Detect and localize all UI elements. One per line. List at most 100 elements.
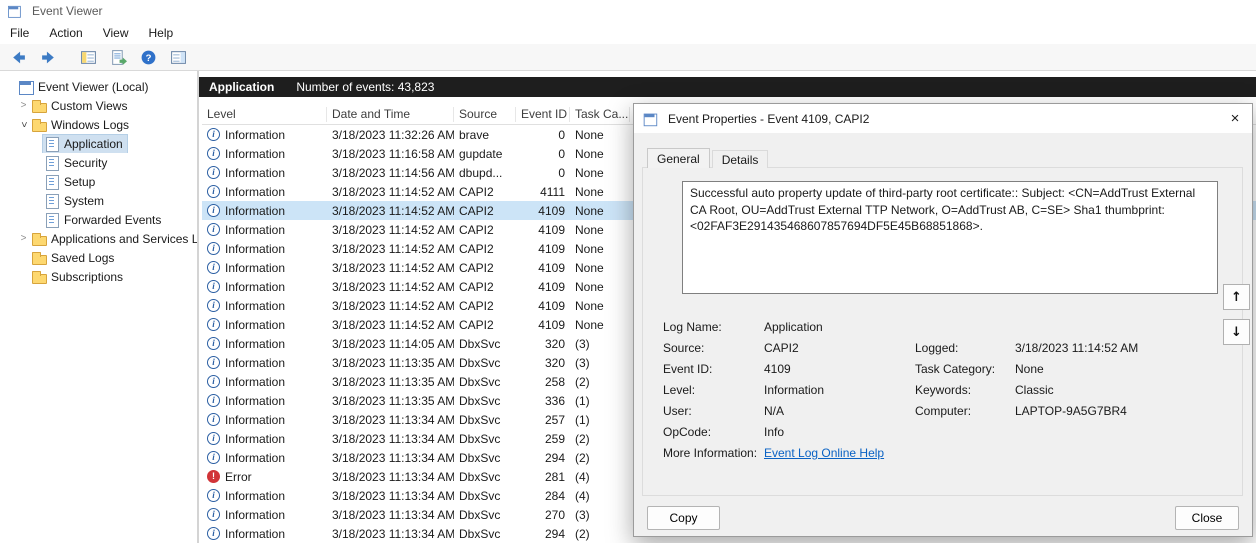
- cell-source: dbupd...: [454, 166, 516, 180]
- tree-node-body[interactable]: Custom Views: [30, 97, 131, 115]
- cell-event-id: 4111: [516, 185, 570, 199]
- tree-item-windows-logs[interactable]: > Windows Logs: [0, 115, 197, 134]
- tree-node-body[interactable]: System: [43, 192, 108, 210]
- help-button[interactable]: ?: [135, 46, 161, 68]
- tree-label: Forwarded Events: [64, 213, 161, 227]
- event-description[interactable]: Successful auto property update of third…: [682, 181, 1218, 294]
- cell-source: DbxSvc: [454, 337, 516, 351]
- cell-level-text: Information: [225, 394, 285, 408]
- cell-level: i Information: [202, 451, 327, 465]
- cell-task: (2): [570, 375, 630, 389]
- level-icon: i: [207, 508, 220, 521]
- tree-node-body[interactable]: Setup: [43, 173, 99, 191]
- event-log-online-help-link[interactable]: Event Log Online Help: [764, 446, 884, 460]
- cell-level: i Information: [202, 356, 327, 370]
- event-id-value: 4109: [764, 359, 915, 380]
- tree-item-custom-views[interactable]: > Custom Views: [0, 96, 197, 115]
- tree-node-body[interactable]: Applications and Services Lo: [30, 230, 197, 248]
- task-category-value: None: [1015, 359, 1138, 380]
- tree-node-body[interactable]: Forwarded Events: [43, 211, 165, 229]
- tree-item-applications-and-services-lo[interactable]: > Applications and Services Lo: [0, 229, 197, 248]
- column-header-task-category[interactable]: Task Ca...: [570, 107, 630, 122]
- tree-node-body[interactable]: Windows Logs: [30, 116, 133, 134]
- export-list-button[interactable]: [105, 46, 131, 68]
- tree-item-application[interactable]: > Application: [0, 134, 197, 153]
- back-button[interactable]: [5, 46, 31, 68]
- cell-source: DbxSvc: [454, 413, 516, 427]
- tree-item-saved-logs[interactable]: > Saved Logs: [0, 248, 197, 267]
- copy-button[interactable]: Copy: [647, 506, 720, 530]
- forward-button[interactable]: [35, 46, 61, 68]
- cell-source: DbxSvc: [454, 527, 516, 541]
- cell-datetime: 3/18/2023 11:14:52 AM: [327, 280, 454, 294]
- tree-node-body[interactable]: Application: [43, 135, 127, 153]
- title-bar[interactable]: Event Viewer: [0, 0, 1256, 22]
- level-icon: i: [207, 451, 220, 464]
- tree-chevron-icon[interactable]: >: [17, 233, 30, 244]
- action-pane-button[interactable]: [165, 46, 191, 68]
- cell-task: None: [570, 147, 630, 161]
- tree-item-event-viewer-local[interactable]: > Event Viewer (Local): [0, 77, 197, 96]
- previous-event-button[interactable]: ↑: [1223, 284, 1250, 310]
- cell-source: DbxSvc: [454, 356, 516, 370]
- cell-level-text: Information: [225, 432, 285, 446]
- tree-node-body[interactable]: Saved Logs: [30, 249, 118, 267]
- tree-node-body[interactable]: Event Viewer (Local): [17, 78, 153, 96]
- cell-datetime: 3/18/2023 11:14:52 AM: [327, 185, 454, 199]
- cell-level: ! Error: [202, 470, 327, 484]
- dialog-close-button[interactable]: Close: [1175, 506, 1239, 530]
- column-header-datetime[interactable]: Date and Time: [327, 107, 454, 122]
- tree-label: Setup: [64, 175, 95, 189]
- level-label: Level:: [663, 380, 764, 401]
- tree-node-icon: [44, 212, 60, 228]
- event-fields: Log Name: Application Source: CAPI2 Logg…: [663, 317, 1138, 464]
- tree-item-subscriptions[interactable]: > Subscriptions: [0, 267, 197, 286]
- log-name-label: Log Name:: [663, 317, 764, 338]
- level-icon: i: [207, 147, 220, 160]
- cell-source: CAPI2: [454, 242, 516, 256]
- level-icon: i: [207, 413, 220, 426]
- level-icon: i: [207, 242, 220, 255]
- level-icon: i: [207, 375, 220, 388]
- cell-event-id: 4109: [516, 318, 570, 332]
- cell-datetime: 3/18/2023 11:13:34 AM: [327, 413, 454, 427]
- menu-help[interactable]: Help: [139, 24, 184, 42]
- cell-task: (3): [570, 508, 630, 522]
- cell-event-id: 281: [516, 470, 570, 484]
- column-header-level[interactable]: Level: [202, 107, 327, 122]
- tab-general[interactable]: General: [647, 148, 710, 168]
- column-header-source[interactable]: Source: [454, 107, 516, 122]
- tree-chevron-icon[interactable]: >: [17, 100, 30, 111]
- tree-chevron-icon[interactable]: >: [18, 118, 29, 131]
- tree-item-setup[interactable]: > Setup: [0, 172, 197, 191]
- user-label: User:: [663, 401, 764, 422]
- tree-node-icon: [44, 193, 60, 209]
- cell-level-text: Information: [225, 147, 285, 161]
- tree-item-security[interactable]: > Security: [0, 153, 197, 172]
- dialog-title-bar[interactable]: Event Properties - Event 4109, CAPI2 ×: [634, 104, 1252, 133]
- level-icon: i: [207, 356, 220, 369]
- cell-source: gupdate: [454, 147, 516, 161]
- cell-level: i Information: [202, 204, 327, 218]
- menu-view[interactable]: View: [93, 24, 139, 42]
- tree-item-system[interactable]: > System: [0, 191, 197, 210]
- tab-details[interactable]: Details: [712, 150, 769, 168]
- next-event-button[interactable]: ↓: [1223, 319, 1250, 345]
- list-header: Application Number of events: 43,823: [199, 77, 1256, 97]
- menu-file[interactable]: File: [0, 24, 39, 42]
- tree-node-icon: [18, 79, 34, 95]
- show-console-tree-button[interactable]: [75, 46, 101, 68]
- cell-datetime: 3/18/2023 11:32:26 AM: [327, 128, 454, 142]
- tree-node-body[interactable]: Security: [43, 154, 111, 172]
- menu-action[interactable]: Action: [39, 24, 92, 42]
- cell-source: CAPI2: [454, 185, 516, 199]
- menu-bar: File Action View Help: [0, 22, 1256, 44]
- level-icon: i: [207, 166, 220, 179]
- tree-item-forwarded-events[interactable]: > Forwarded Events: [0, 210, 197, 229]
- cell-level: i Information: [202, 280, 327, 294]
- list-header-log-name: Application: [209, 80, 274, 94]
- computer-label: Computer:: [915, 401, 1015, 422]
- tree-node-body[interactable]: Subscriptions: [30, 268, 127, 286]
- dialog-close-icon[interactable]: ×: [1218, 104, 1252, 133]
- column-header-event-id[interactable]: Event ID: [516, 107, 570, 122]
